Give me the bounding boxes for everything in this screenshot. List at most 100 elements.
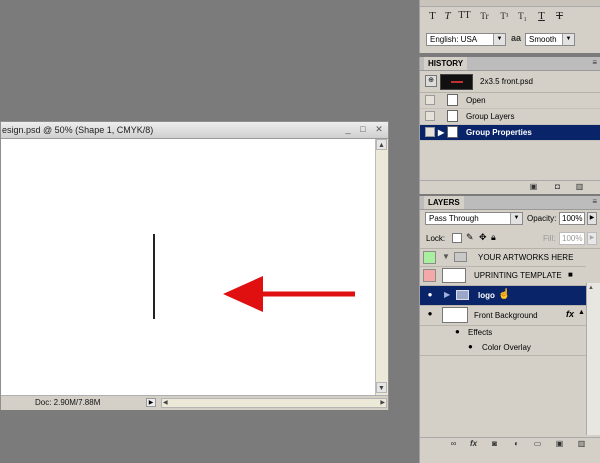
fx-icon[interactable]: fx xyxy=(566,309,574,319)
history-brush-source-box[interactable] xyxy=(425,127,435,137)
antialias-icon: aa xyxy=(511,33,522,43)
history-item-label: Group Layers xyxy=(466,112,515,121)
superscript-button[interactable]: T¹ xyxy=(498,10,511,22)
scroll-left-arrow-icon[interactable]: ◀ xyxy=(163,399,168,407)
add-layer-style-icon[interactable]: fx xyxy=(468,439,479,449)
antialias-select-value: Smooth xyxy=(529,35,557,44)
trash-icon[interactable]: ▥ xyxy=(576,439,587,449)
opacity-slider-arrow-icon[interactable]: ▶ xyxy=(587,212,597,225)
chevron-down-icon: ▼ xyxy=(510,213,522,224)
blend-mode-select[interactable]: Pass Through ▼ xyxy=(425,212,523,225)
hand-cursor-icon: ☝ xyxy=(498,289,511,300)
history-footer: ▣ ◘ ▥ xyxy=(420,180,600,194)
trash-icon[interactable]: ▥ xyxy=(574,182,585,192)
history-item-open[interactable]: Open xyxy=(420,93,600,109)
scroll-down-arrow-icon[interactable]: ▼ xyxy=(376,382,387,393)
document-titlebar[interactable]: esign.psd @ 50% (Shape 1, CMYK/8) _ □ ✕ xyxy=(1,122,388,139)
document-icon xyxy=(447,94,458,106)
red-arrow-head xyxy=(223,276,263,312)
document-window: esign.psd @ 50% (Shape 1, CMYK/8) _ □ ✕ … xyxy=(0,121,389,410)
lock-all-icon[interactable]: 🔒︎ xyxy=(491,232,496,243)
effects-label: Effects xyxy=(468,328,493,337)
vertical-scrollbar[interactable]: ▲ ▼ xyxy=(375,139,388,395)
new-layer-icon[interactable]: ▣ xyxy=(554,439,565,449)
document-canvas[interactable] xyxy=(1,139,375,395)
scroll-up-arrow-icon[interactable]: ▲ xyxy=(588,285,594,291)
scroll-right-arrow-icon[interactable]: ▶ xyxy=(380,399,385,407)
opacity-label: Opacity: xyxy=(527,214,557,223)
close-icon[interactable]: ✕ xyxy=(373,124,385,135)
layers-footer: ∞ fx ◙ ◐ ▭ ▣ ▥ xyxy=(420,437,600,452)
strikethrough-button[interactable]: Ŧ xyxy=(553,10,566,22)
history-panel: HISTORY ≡ ⊕ 2x3.5 front.psd Open Group L… xyxy=(419,57,600,194)
lock-position-move-icon[interactable]: ✥ xyxy=(479,232,487,243)
link-layers-icon[interactable]: ∞ xyxy=(448,439,459,449)
maximize-icon[interactable]: □ xyxy=(357,124,369,135)
layer-visibility-toggle[interactable] xyxy=(423,269,436,282)
history-snapshot-row[interactable]: ⊕ 2x3.5 front.psd xyxy=(420,71,600,93)
layer-thumbnail xyxy=(442,268,466,283)
add-mask-icon[interactable]: ◙ xyxy=(489,439,500,449)
underline-button[interactable]: T xyxy=(535,10,548,22)
layers-scrollbar[interactable]: ▲ xyxy=(586,283,600,435)
history-item-group-layers[interactable]: Group Layers xyxy=(420,109,600,125)
new-group-icon[interactable]: ▭ xyxy=(532,439,543,449)
scroll-up-arrow-icon[interactable]: ▲ xyxy=(376,139,387,150)
folder-icon xyxy=(454,252,467,262)
faux-bold-button[interactable]: T xyxy=(426,10,439,22)
document-size-info: Doc: 2.90M/7.88M xyxy=(35,398,101,407)
faux-italic-button[interactable]: T xyxy=(441,10,454,22)
history-item-label: Open xyxy=(466,96,486,105)
lock-bar: Lock: ✎ ✥ 🔒︎ Fill: 100% ▶ xyxy=(420,228,600,249)
eye-icon[interactable]: ● xyxy=(424,289,436,301)
all-caps-button[interactable]: TT xyxy=(458,10,471,22)
subscript-button[interactable]: T₁ xyxy=(516,10,529,22)
canvas-artwork xyxy=(153,234,355,319)
folder-icon xyxy=(456,290,469,300)
adjustment-layer-icon[interactable]: ◐ xyxy=(511,439,522,449)
chevron-up-icon[interactable]: ▲ xyxy=(578,309,585,316)
language-select-value: English: USA xyxy=(430,35,478,44)
panel-menu-icon[interactable]: ≡ xyxy=(592,197,597,206)
history-brush-source-box[interactable] xyxy=(425,111,435,121)
small-caps-button[interactable]: Tr xyxy=(478,10,491,22)
lock-image-brush-icon[interactable]: ✎ xyxy=(466,232,474,243)
camera-icon[interactable]: ◘ xyxy=(552,182,563,192)
panel-menu-icon[interactable]: ≡ xyxy=(592,58,597,67)
layer-row-front-background[interactable]: ● Front Background fx ▲ xyxy=(420,305,586,326)
layer-visibility-toggle[interactable] xyxy=(423,251,436,264)
layer-row-uprinting-template[interactable]: UPRINTING TEMPLATE ■ xyxy=(420,266,586,286)
fill-input[interactable]: 100% xyxy=(559,232,585,245)
minimize-icon[interactable]: _ xyxy=(342,124,354,135)
chevron-right-icon[interactable]: ▶ xyxy=(444,290,450,299)
character-panel-top-edge xyxy=(420,0,600,7)
opacity-input[interactable]: 100% xyxy=(559,212,585,225)
history-brush-source-icon[interactable]: ⊕ xyxy=(425,75,437,87)
history-panel-header: HISTORY ≡ xyxy=(420,57,600,71)
layer-row-your-artworks[interactable]: ▼ YOUR ARTWORKS HERE xyxy=(420,249,586,267)
eye-icon[interactable]: ● xyxy=(468,342,473,351)
chevron-down-icon[interactable]: ▼ xyxy=(442,252,450,261)
layer-effect-color-overlay[interactable]: ● Color Overlay xyxy=(420,340,586,356)
layer-effects-row[interactable]: ● Effects xyxy=(420,325,586,340)
lock-transparent-icon[interactable] xyxy=(452,233,462,243)
new-document-from-state-icon[interactable]: ▣ xyxy=(528,182,539,192)
document-title: esign.psd @ 50% (Shape 1, CMYK/8) xyxy=(2,125,154,135)
chevron-down-icon: ▼ xyxy=(562,34,574,45)
eye-icon[interactable]: ● xyxy=(424,308,436,320)
history-state-slider-icon[interactable]: ▶ xyxy=(438,128,444,137)
effect-label: Color Overlay xyxy=(482,343,531,352)
layer-row-logo[interactable]: ● ▶ logo ☝ xyxy=(420,286,586,306)
eye-icon[interactable]: ● xyxy=(455,327,460,336)
antialias-select[interactable]: Smooth ▼ xyxy=(525,33,575,46)
history-brush-source-box[interactable] xyxy=(425,95,435,105)
blend-mode-value: Pass Through xyxy=(429,214,479,223)
tab-layers[interactable]: LAYERS xyxy=(424,196,464,209)
horizontal-scrollbar[interactable]: ◀ ▶ xyxy=(161,398,387,408)
status-menu-arrow-icon[interactable]: ▶ xyxy=(146,398,156,407)
fill-slider-arrow-icon[interactable]: ▶ xyxy=(587,232,597,245)
tab-history[interactable]: HISTORY xyxy=(424,57,468,70)
layers-panel: LAYERS ≡ Pass Through ▼ Opacity: 100% ▶ … xyxy=(419,196,600,463)
history-item-group-properties[interactable]: ▶ Group Properties xyxy=(420,125,600,141)
language-select[interactable]: English: USA ▼ xyxy=(426,33,506,46)
